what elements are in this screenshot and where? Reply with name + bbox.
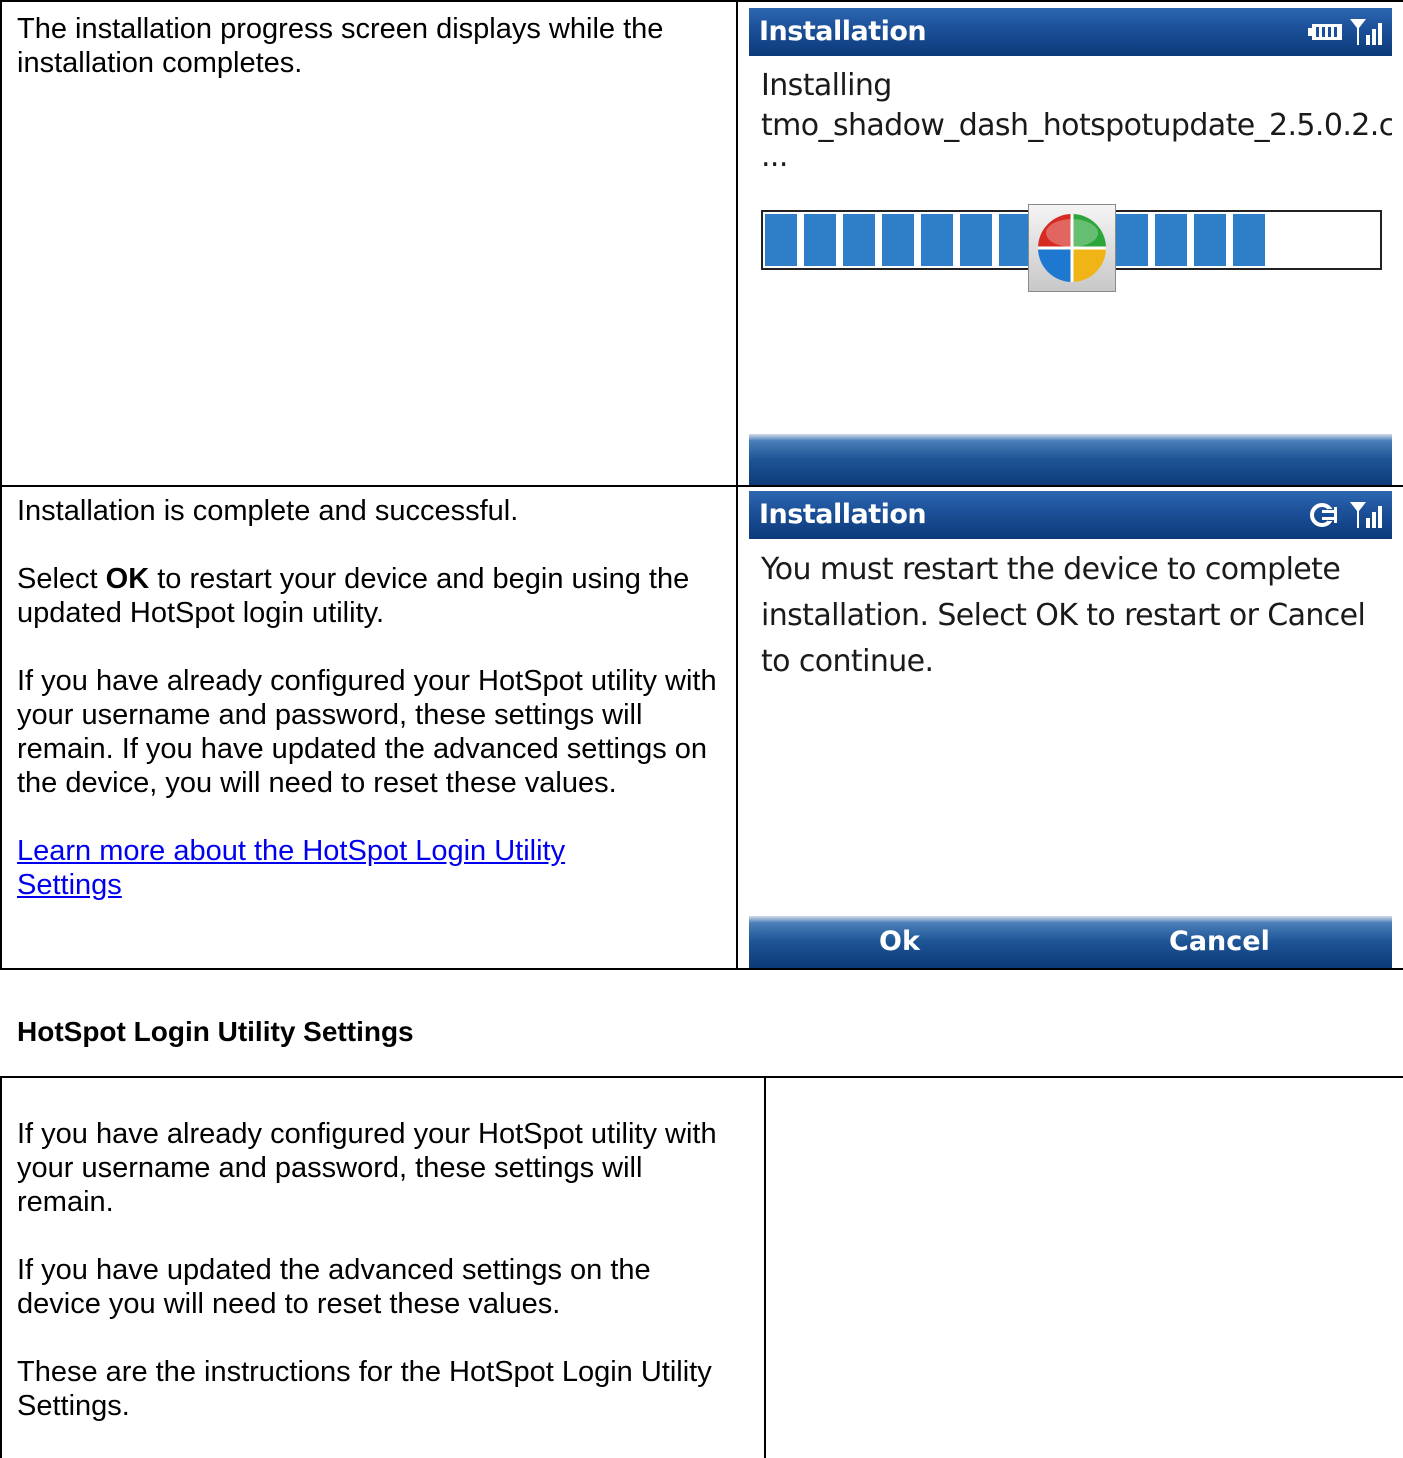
progress-segment xyxy=(882,214,914,266)
progress-segment xyxy=(1116,214,1148,266)
restart-screenshot: Installation You must restart the device… xyxy=(749,491,1392,968)
progress-segment xyxy=(1194,214,1226,266)
cancel-softkey[interactable]: Cancel xyxy=(1169,926,1270,957)
settings-description: If you have already configured your HotS… xyxy=(17,1117,737,1423)
settings-remain-text: If you have already configured your HotS… xyxy=(17,1118,717,1218)
section-heading: HotSpot Login Utility Settings xyxy=(17,1016,414,1047)
instructions-text: These are the instructions for the HotSp… xyxy=(17,1356,712,1422)
ok-softkey[interactable]: Ok xyxy=(879,926,920,957)
progress-segment xyxy=(804,214,836,266)
signal-icon xyxy=(1350,19,1382,45)
signal-icon xyxy=(1350,502,1382,528)
charging-icon xyxy=(1309,503,1342,527)
complete-text: Installation is complete and successful. xyxy=(17,495,519,527)
reset-values-text: If you have updated the advanced setting… xyxy=(17,1254,651,1320)
restart-message: You must restart the device to complete … xyxy=(761,552,1366,679)
progress-segment xyxy=(1233,214,1265,266)
settings-remain-text: If you have already configured your HotS… xyxy=(17,665,717,799)
status-icons xyxy=(1308,499,1382,531)
title-bar: Installation xyxy=(749,491,1392,539)
select-ok-text: Select OK to restart your device and beg… xyxy=(17,563,690,629)
progress-segment xyxy=(765,214,797,266)
learn-more-link[interactable]: Learn more about the HotSpot Login Utili… xyxy=(17,834,637,902)
screen-title: Installation xyxy=(759,499,927,530)
screen-title: Installation xyxy=(759,16,927,47)
installation-complete-description: Installation is complete and successful.… xyxy=(17,494,727,902)
softkey-bar: Ok Cancel xyxy=(749,916,1392,968)
installing-text: Installing tmo_shadow_dash_hotspotupdate… xyxy=(761,68,1392,174)
softkey-bar xyxy=(749,434,1392,485)
status-icons xyxy=(1308,16,1382,48)
installing-screenshot: Installation Installing tmo_shadow_dash_… xyxy=(749,8,1392,485)
progress-segment xyxy=(843,214,875,266)
windows-logo-icon xyxy=(1028,204,1116,292)
progress-segment xyxy=(960,214,992,266)
progress-segment xyxy=(921,214,953,266)
installation-progress-description: The installation progress screen display… xyxy=(17,13,664,79)
battery-icon xyxy=(1308,24,1342,40)
progress-segment xyxy=(1155,214,1187,266)
progress-segment xyxy=(999,214,1031,266)
title-bar: Installation xyxy=(749,8,1392,56)
